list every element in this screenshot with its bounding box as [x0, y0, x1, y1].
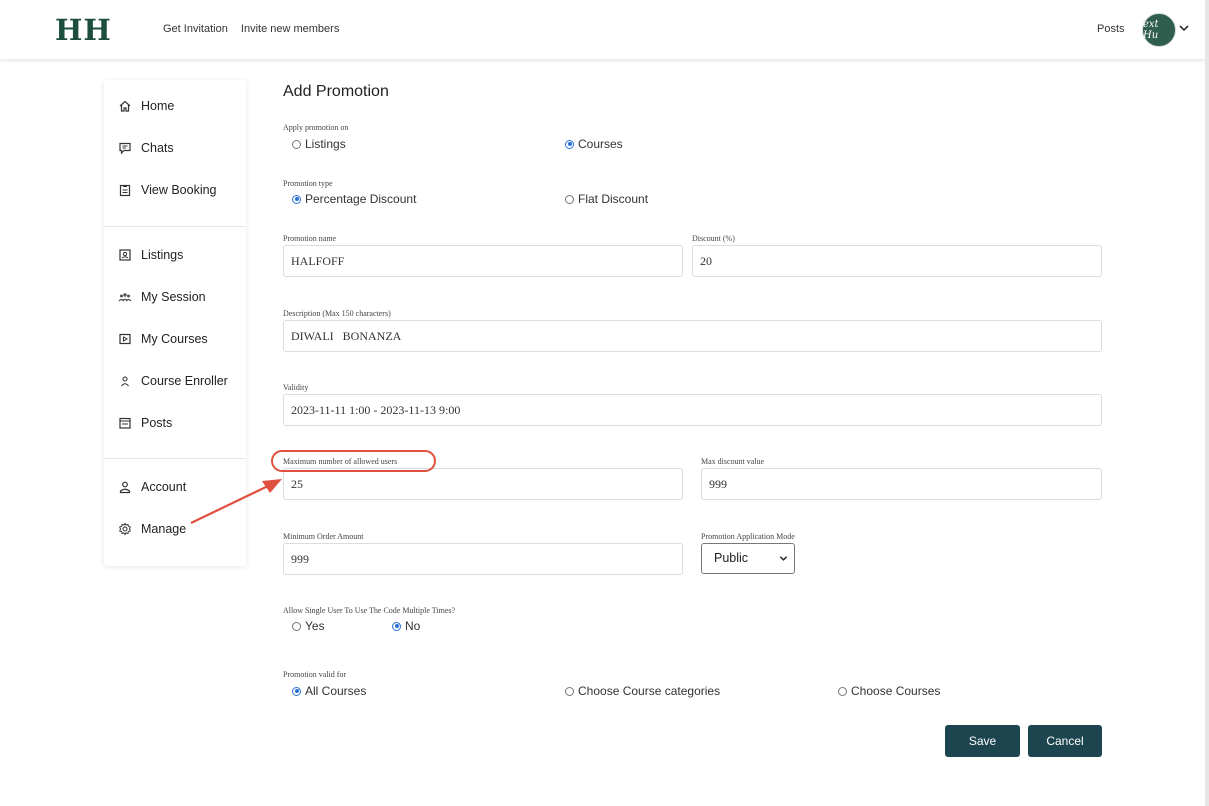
posts-link[interactable]: Posts: [1097, 23, 1125, 35]
sidebar-item-label: Course Enroller: [141, 374, 228, 388]
radio-yes[interactable]: Yes: [292, 619, 325, 633]
max-discount-label: Max discount value: [701, 457, 765, 466]
home-icon: [119, 100, 131, 112]
radio-dot: [392, 621, 401, 631]
multi-use-label: Allow Single User To Use The Code Multip…: [283, 606, 456, 615]
radio-dot: [565, 139, 574, 149]
radio-label: Courses: [578, 137, 623, 151]
sidebar-item-chats[interactable]: Chats: [118, 141, 174, 155]
radio-dot: [565, 686, 574, 696]
avatar[interactable]: ext Hu: [1142, 13, 1176, 47]
sidebar-item-posts[interactable]: Posts: [118, 416, 172, 430]
sidebar-item-label: Account: [141, 480, 187, 494]
radio-label: Flat Discount: [578, 192, 649, 206]
promo-name-label: Promotion name: [283, 234, 337, 243]
get-invitation-link[interactable]: Get Invitation: [163, 23, 228, 35]
radio-dot: [292, 686, 301, 696]
radio-dot: [292, 139, 301, 149]
radio-percentage-discount[interactable]: Percentage Discount: [292, 192, 416, 206]
group-icon: [118, 293, 132, 302]
max-users-input[interactable]: 25: [283, 468, 683, 500]
valid-for-label: Promotion valid for: [283, 670, 347, 679]
chevron-down-icon: [779, 556, 788, 561]
sidebar-item-label: Manage: [141, 522, 187, 536]
save-button[interactable]: Save: [945, 725, 1020, 757]
sidebar-item-account[interactable]: Account: [118, 480, 186, 494]
application-mode-select[interactable]: Public: [701, 543, 795, 574]
annotation-highlight: [271, 450, 436, 472]
radio-dot: [292, 194, 301, 204]
max-discount-input[interactable]: 999: [701, 468, 1102, 500]
description-label: Description (Max 150 characters): [283, 309, 391, 318]
chevron-down-icon[interactable]: [1179, 23, 1189, 33]
radio-label: No: [405, 619, 421, 633]
page-title: Add Promotion: [283, 83, 389, 100]
sidebar-item-manage[interactable]: Manage: [118, 522, 186, 536]
sidebar-item-label: Home: [141, 99, 175, 113]
radio-flat-discount[interactable]: Flat Discount: [565, 192, 648, 206]
radio-choose-courses[interactable]: Choose Courses: [838, 684, 940, 698]
radio-no[interactable]: No: [392, 619, 420, 633]
logo[interactable]: HH: [55, 13, 112, 47]
listing-icon: [119, 249, 131, 261]
sidebar-item-label: Chats: [141, 141, 174, 155]
radio-label: Yes: [305, 619, 325, 633]
sidebar-item-label: Listings: [141, 248, 184, 262]
validity-label: Validity: [283, 383, 309, 392]
min-order-input[interactable]: 999: [283, 543, 683, 575]
sidebar-item-label: My Courses: [141, 332, 208, 346]
sidebar-item-label: View Booking: [141, 183, 217, 197]
user-icon: [121, 376, 129, 387]
cancel-button[interactable]: Cancel: [1028, 725, 1102, 757]
chat-icon: [119, 142, 131, 155]
apply-on-label: Apply promotion on: [283, 123, 349, 132]
sidebar-item-label: My Session: [141, 290, 206, 304]
promo-name-input[interactable]: HALFOFF: [283, 245, 683, 277]
sidebar-divider: [104, 226, 246, 227]
discount-label: Discount (%): [692, 234, 735, 243]
top-nav: Get Invitation Invite new members: [163, 23, 349, 35]
radio-label: All Courses: [305, 684, 367, 698]
radio-choose-categories[interactable]: Choose Course categories: [565, 684, 720, 698]
radio-all-courses[interactable]: All Courses: [292, 684, 366, 698]
top-header: HH Get Invitation Invite new members Pos…: [0, 0, 1205, 60]
sidebar-divider: [104, 458, 246, 459]
min-order-label: Minimum Order Amount: [283, 532, 364, 541]
validity-input[interactable]: 2023-11-11 1:00 - 2023-11-13 9:00: [283, 394, 1102, 426]
radio-dot: [292, 621, 301, 631]
sidebar-item-label: Posts: [141, 416, 173, 430]
scrollbar[interactable]: [1205, 0, 1209, 806]
sidebar-item-my-session[interactable]: My Session: [118, 290, 206, 304]
annotation-arrow: [190, 479, 282, 524]
posts-icon: [119, 417, 131, 429]
radio-courses[interactable]: Courses: [565, 137, 623, 151]
gear-icon: [119, 522, 131, 536]
discount-input[interactable]: 20: [692, 245, 1102, 277]
radio-dot: [565, 194, 574, 204]
account-icon: [119, 481, 131, 494]
play-icon: [119, 333, 131, 345]
avatar-text: ext Hu: [1143, 19, 1159, 41]
radio-dot: [838, 686, 847, 696]
sidebar-item-my-courses[interactable]: My Courses: [118, 332, 208, 346]
radio-label: Percentage Discount: [305, 192, 417, 206]
radio-listings[interactable]: Listings: [292, 137, 346, 151]
invite-members-link[interactable]: Invite new members: [241, 23, 339, 35]
sidebar-item-course-enroller[interactable]: Course Enroller: [118, 374, 228, 388]
radio-label: Listings: [305, 137, 346, 151]
radio-label: Choose Course categories: [578, 684, 721, 698]
sidebar-item-view-booking[interactable]: View Booking: [118, 183, 217, 197]
clipboard-icon: [119, 184, 131, 197]
radio-label: Choose Courses: [851, 684, 941, 698]
sidebar-item-home[interactable]: Home: [118, 99, 174, 113]
select-value: Public: [714, 551, 749, 565]
description-input[interactable]: DIWALI BONANZA: [283, 320, 1102, 352]
promo-type-label: Promotion type: [283, 179, 333, 188]
application-mode-label: Promotion Application Mode: [701, 532, 795, 541]
sidebar-item-listings[interactable]: Listings: [118, 248, 183, 262]
